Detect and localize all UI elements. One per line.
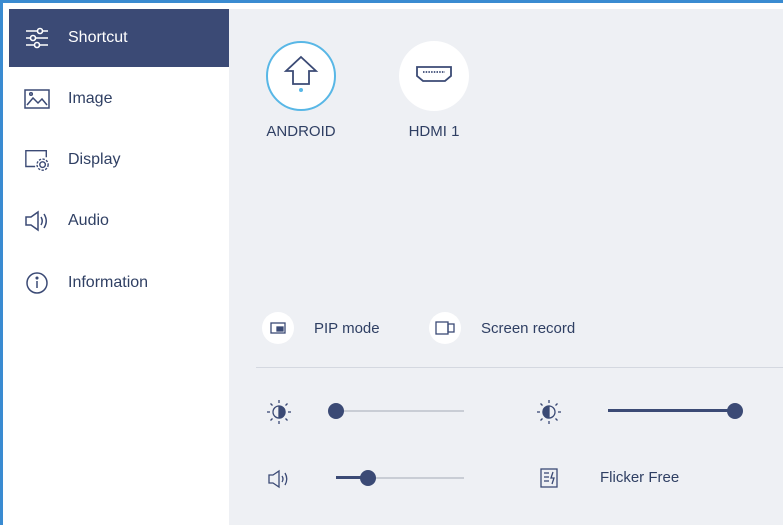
sidebar: Shortcut Image Display Audio Information [9,9,229,525]
display-settings-icon [24,147,50,173]
brightness-icon [265,398,293,426]
flicker-free-icon[interactable] [535,464,563,492]
source-android-button[interactable] [266,41,336,111]
sidebar-item-label: Audio [68,212,109,229]
pip-mode-button[interactable]: PIP mode [262,312,380,344]
image-icon [24,86,50,112]
screen-record-label: Screen record [481,319,576,337]
sliders-icon [24,25,50,51]
hdmi-icon [415,64,453,89]
frame-top-border [0,0,783,3]
shortcut-panel: ANDROID HDMI 1 PIP mode Screen record Fl… [229,9,783,525]
home-icon [283,54,319,99]
pip-icon [262,312,294,344]
divider [256,367,783,368]
slider-fill [608,409,735,412]
brightness-slider[interactable] [328,403,464,419]
source-label: HDMI 1 [408,123,460,140]
slider-knob[interactable] [727,403,743,419]
speaker-icon [24,208,50,234]
sidebar-item-label: Image [68,90,113,107]
sidebar-item-information[interactable]: Information [9,254,229,312]
source-android[interactable]: ANDROID [256,41,346,140]
pip-mode-label: PIP mode [314,319,380,337]
source-hdmi-1[interactable]: HDMI 1 [389,41,479,140]
sidebar-item-display[interactable]: Display [9,131,229,189]
sidebar-item-label: Information [68,274,149,291]
flicker-free-label[interactable]: Flicker Free [600,469,679,486]
sidebar-item-label: Shortcut [68,29,128,46]
sidebar-item-label: Display [68,151,121,168]
slider-knob[interactable] [360,470,376,486]
sidebar-item-image[interactable]: Image [9,70,229,128]
volume-slider[interactable] [336,470,464,486]
source-label: ANDROID [266,123,336,140]
source-hdmi-button[interactable] [399,41,469,111]
sidebar-item-shortcut[interactable]: Shortcut [9,9,229,67]
screen-record-button[interactable]: Screen record [429,312,575,344]
volume-icon [265,465,293,493]
sidebar-item-audio[interactable]: Audio [9,192,229,250]
screen-record-icon [429,312,461,344]
contrast-slider[interactable] [608,403,743,419]
slider-track [336,410,464,412]
contrast-icon [535,398,563,426]
slider-knob[interactable] [328,403,344,419]
info-icon [24,270,50,296]
frame-left-border [0,0,3,525]
